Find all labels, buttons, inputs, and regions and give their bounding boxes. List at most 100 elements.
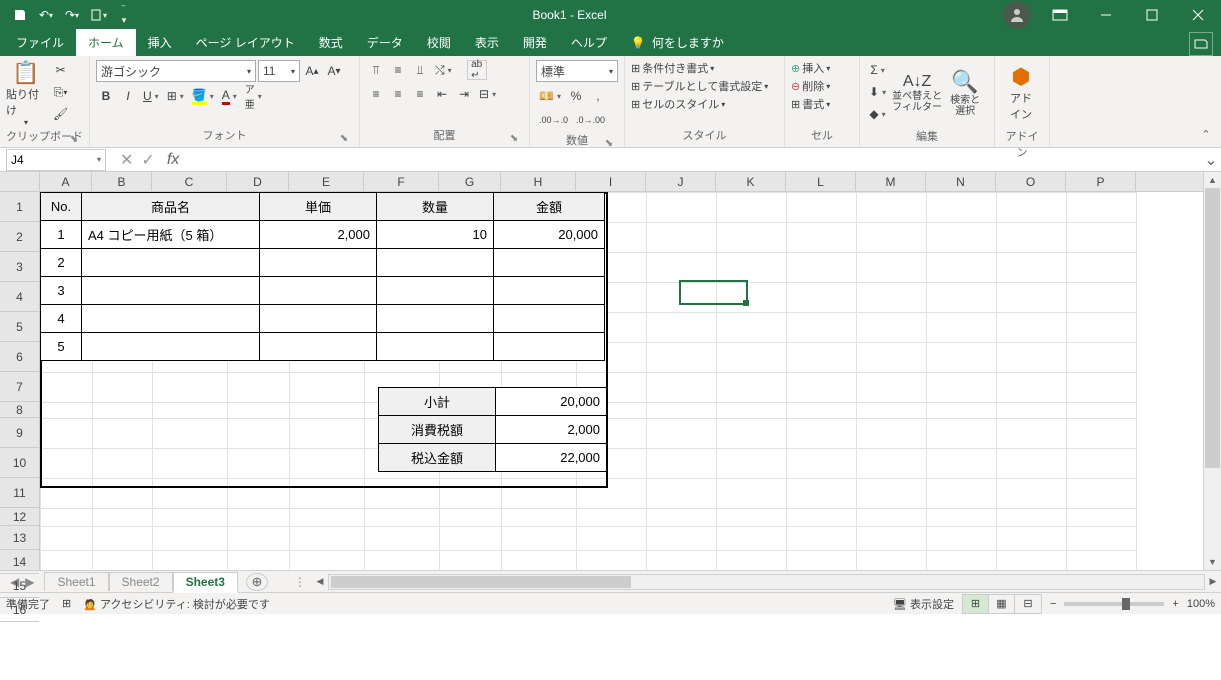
col-header-H[interactable]: H [501, 172, 576, 191]
cell-amount[interactable] [494, 333, 605, 361]
col-header-J[interactable]: J [646, 172, 716, 191]
sheet-tab-1[interactable]: Sheet1 [44, 572, 108, 591]
wrap-text-button[interactable]: ab↵ [467, 60, 487, 80]
increase-decimal-icon[interactable]: .00→.0 [536, 110, 571, 130]
row-header-14[interactable]: 14 [0, 550, 39, 574]
name-box[interactable]: J4▾ [6, 149, 106, 171]
row-header-7[interactable]: 7 [0, 372, 39, 402]
col-header-N[interactable]: N [926, 172, 996, 191]
minimize-button[interactable] [1083, 0, 1129, 30]
cell-qty[interactable] [377, 249, 494, 277]
col-header-G[interactable]: G [439, 172, 501, 191]
account-icon[interactable] [1003, 1, 1031, 29]
align-center-icon[interactable]: ≡ [388, 84, 408, 104]
touch-mode-icon[interactable]: ▾ [86, 3, 110, 27]
cancel-formula-icon[interactable]: ✕ [120, 150, 133, 170]
add-sheet-button[interactable]: ⊕ [246, 573, 268, 591]
scroll-left-icon[interactable]: ◀ [312, 576, 328, 587]
row-header-15[interactable]: 15 [0, 574, 39, 598]
number-launcher-icon[interactable]: ⬊ [602, 136, 616, 150]
vertical-scroll-thumb[interactable] [1205, 188, 1220, 468]
cell-price[interactable] [260, 305, 377, 333]
col-header-C[interactable]: C [152, 172, 227, 191]
bold-button[interactable]: B [96, 86, 116, 106]
font-color-button[interactable]: A [219, 86, 240, 106]
find-select-button[interactable]: 🔍検索と 選択 [945, 60, 985, 126]
col-header-B[interactable]: B [92, 172, 152, 191]
tab-pagelayout[interactable]: ページ レイアウト [184, 29, 307, 56]
font-size-select[interactable]: 11▾ [258, 60, 300, 82]
row-header-4[interactable]: 4 [0, 282, 39, 312]
addins-button[interactable]: ⬢アド イン [1001, 60, 1041, 126]
ribbon-display-icon[interactable] [1037, 0, 1083, 30]
cell-name[interactable] [82, 277, 260, 305]
row-header-8[interactable]: 8 [0, 402, 39, 418]
row-header-5[interactable]: 5 [0, 312, 39, 342]
cell-name[interactable] [82, 305, 260, 333]
page-break-view-icon[interactable]: ⊟ [1015, 595, 1041, 613]
decrease-decimal-icon[interactable]: .0→.00 [573, 110, 608, 130]
cell-price[interactable] [260, 277, 377, 305]
row-header-3[interactable]: 3 [0, 252, 39, 282]
tab-review[interactable]: 校閲 [415, 29, 463, 56]
tab-formulas[interactable]: 数式 [307, 29, 355, 56]
cell-qty[interactable]: 10 [377, 221, 494, 249]
fill-color-button[interactable]: 🪣 [189, 86, 217, 106]
increase-indent-icon[interactable]: ⇥ [454, 84, 474, 104]
display-settings-button[interactable]: 🖥 表示設定 [893, 596, 954, 612]
font-launcher-icon[interactable]: ⬊ [337, 131, 351, 145]
zoom-in-button[interactable]: + [1172, 598, 1178, 610]
cell-qty[interactable] [377, 333, 494, 361]
col-header-E[interactable]: E [289, 172, 364, 191]
row-header-10[interactable]: 10 [0, 448, 39, 478]
col-header-M[interactable]: M [856, 172, 926, 191]
fill-icon[interactable]: ⬇ [866, 82, 889, 102]
format-as-table-button[interactable]: ⊞テーブルとして書式設定▾ [631, 78, 768, 94]
vertical-scrollbar[interactable]: ▲ ▼ [1203, 172, 1221, 570]
expand-formula-bar-icon[interactable]: ⌄ [1201, 150, 1221, 170]
cell-amount[interactable] [494, 249, 605, 277]
macro-record-icon[interactable]: ⊞ [62, 597, 71, 610]
italic-button[interactable]: I [118, 86, 138, 106]
cell-no[interactable]: 4 [41, 305, 82, 333]
increase-font-icon[interactable]: A▴ [302, 61, 322, 81]
cell-price[interactable] [260, 333, 377, 361]
sheet-tab-2[interactable]: Sheet2 [109, 572, 173, 591]
row-header-13[interactable]: 13 [0, 526, 39, 550]
horizontal-scrollbar[interactable] [328, 574, 1205, 590]
col-header-A[interactable]: A [40, 172, 92, 191]
fx-icon[interactable]: fx [163, 151, 183, 169]
row-header-1[interactable]: 1 [0, 192, 39, 222]
scroll-right-icon[interactable]: ▶ [1205, 576, 1221, 587]
cell-no[interactable]: 5 [41, 333, 82, 361]
conditional-format-button[interactable]: ⊞条件付き書式▾ [631, 60, 714, 76]
cell-price[interactable] [260, 249, 377, 277]
insert-cells-button[interactable]: ⊕挿入▾ [791, 60, 830, 76]
comma-format-icon[interactable]: , [588, 86, 608, 106]
tab-insert[interactable]: 挿入 [136, 29, 184, 56]
cell-name[interactable]: A4 コピー用紙（5 箱） [82, 221, 260, 249]
accounting-format-icon[interactable]: 💴 [536, 86, 564, 106]
cell-styles-button[interactable]: ⊞セルのスタイル▾ [631, 96, 725, 112]
cell-no[interactable]: 1 [41, 221, 82, 249]
align-bottom-icon[interactable]: ⫫ [410, 60, 430, 80]
tab-file[interactable]: ファイル [4, 29, 76, 56]
tab-view[interactable]: 表示 [463, 29, 511, 56]
orientation-icon[interactable]: ⤭ [432, 60, 455, 80]
scroll-up-icon[interactable]: ▲ [1204, 172, 1221, 188]
cell-price[interactable]: 2,000 [260, 221, 377, 249]
save-icon[interactable] [8, 3, 32, 27]
row-header-12[interactable]: 12 [0, 508, 39, 526]
share-button[interactable] [1189, 32, 1213, 56]
row-header-6[interactable]: 6 [0, 342, 39, 372]
cells-canvas[interactable]: No. 商品名 単価 数量 金額 1A4 コピー用紙（5 箱）2,0001020… [40, 192, 1203, 570]
border-button[interactable]: ⊞ [164, 86, 187, 106]
formula-input[interactable] [183, 149, 1201, 171]
tab-developer[interactable]: 開発 [511, 29, 559, 56]
cell-amount[interactable]: 20,000 [494, 221, 605, 249]
cell-qty[interactable] [377, 277, 494, 305]
normal-view-icon[interactable]: ⊞ [963, 595, 989, 613]
close-button[interactable] [1175, 0, 1221, 30]
row-header-9[interactable]: 9 [0, 418, 39, 448]
format-cells-button[interactable]: ⊞書式▾ [791, 96, 830, 112]
